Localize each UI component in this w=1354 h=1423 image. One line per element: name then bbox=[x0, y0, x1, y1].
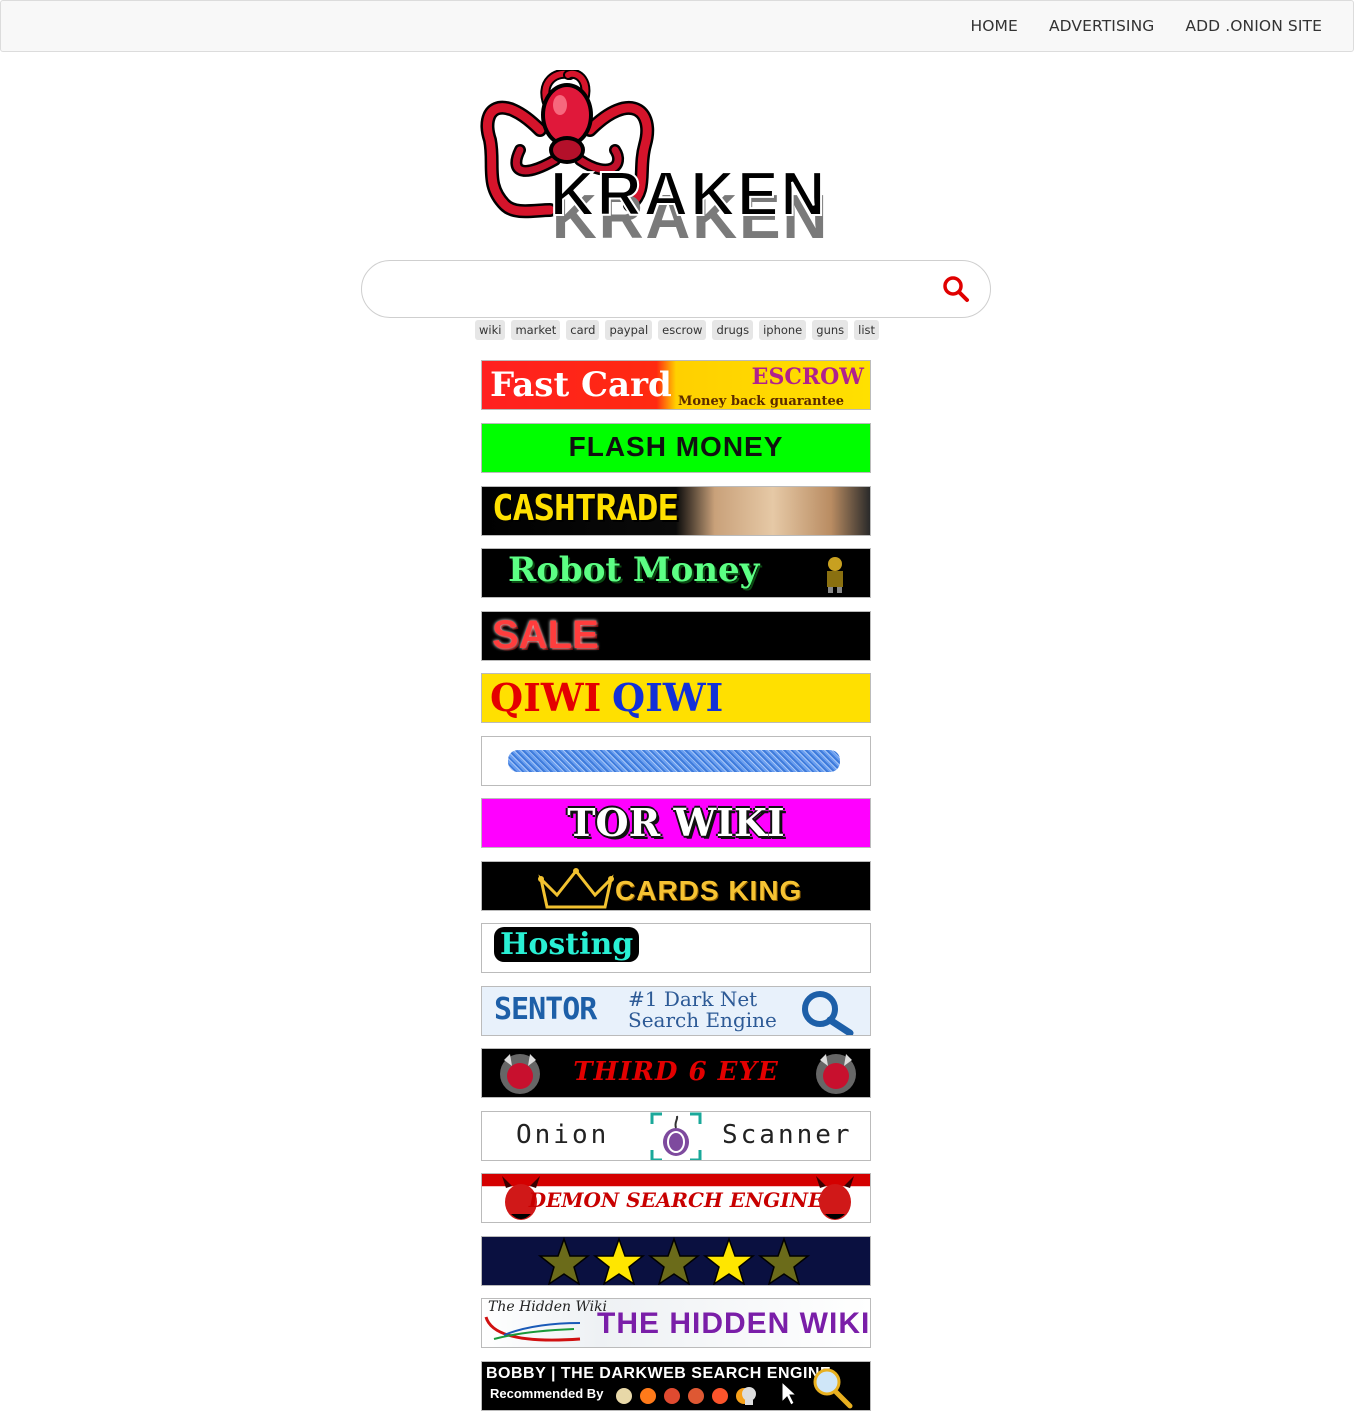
tag-market[interactable]: market bbox=[511, 320, 561, 340]
banner-tor-wiki[interactable]: TOR WIKI bbox=[481, 798, 871, 848]
flash-money-title: FLASH MONEY bbox=[568, 431, 784, 462]
logo-text: KRAKEN bbox=[550, 160, 827, 229]
fast-card-escrow: ESCROW bbox=[751, 364, 864, 390]
fast-card-title: Fast Card bbox=[490, 365, 672, 405]
qiwi-right: QIWI bbox=[612, 675, 724, 720]
brave-icon bbox=[712, 1388, 728, 1404]
magnifier-icon bbox=[813, 1368, 853, 1409]
tag-guns[interactable]: guns bbox=[812, 320, 849, 340]
cursor-icon bbox=[781, 1380, 796, 1406]
star-icon bbox=[757, 1237, 811, 1285]
hidden-wiki-swoosh-icon bbox=[484, 1316, 581, 1342]
demon-icon-right bbox=[816, 1054, 856, 1094]
duckduckgo-icon bbox=[688, 1388, 704, 1404]
onion-icon bbox=[650, 1112, 702, 1160]
search-tags: wiki market card paypal escrow drugs iph… bbox=[0, 320, 1354, 340]
crown-icon bbox=[538, 868, 614, 909]
hosting-title: Hosting bbox=[494, 927, 640, 962]
banner-bobby[interactable]: BOBBY | THE DARKWEB SEARCH ENGINE Recomm… bbox=[481, 1361, 871, 1411]
devil-icon-right bbox=[816, 1176, 854, 1220]
search-input[interactable] bbox=[384, 271, 928, 309]
star-icon bbox=[702, 1237, 756, 1285]
magnifier-icon bbox=[802, 991, 854, 1035]
fast-card-subtitle: Money back guarantee bbox=[678, 394, 845, 409]
search-icon[interactable] bbox=[942, 275, 970, 303]
robot-money-title: Robot Money bbox=[508, 550, 760, 590]
tag-list[interactable]: list bbox=[854, 320, 880, 340]
rating-stars bbox=[537, 1237, 811, 1285]
tag-escrow[interactable]: escrow bbox=[658, 320, 707, 340]
qiwi-left: QIWI bbox=[490, 675, 602, 720]
tag-drugs[interactable]: drugs bbox=[712, 320, 754, 340]
nav-add-onion-site[interactable]: ADD .ONION SITE bbox=[1185, 17, 1322, 35]
banner-fast-card[interactable]: Fast Card ESCROW Money back guarantee bbox=[481, 360, 871, 410]
sentor-line1: #1 Dark Net bbox=[628, 987, 758, 1011]
banner-qiwi[interactable]: QIWI QIWI bbox=[481, 673, 871, 723]
banner-hidden-wiki[interactable]: The Hidden Wiki THE HIDDEN WIKI bbox=[481, 1298, 871, 1348]
onion-scanner-left: Onion bbox=[516, 1120, 610, 1150]
cards-king-title: CARDS KING bbox=[615, 875, 803, 906]
chrome-icon bbox=[664, 1388, 680, 1404]
nav-links: HOME ADVERTISING ADD .ONION SITE bbox=[940, 1, 1323, 51]
star-icon bbox=[647, 1237, 701, 1285]
robot-icon bbox=[827, 557, 843, 593]
banner-robot-money[interactable]: Robot Money bbox=[481, 548, 871, 598]
skull-icon bbox=[742, 1387, 756, 1405]
tag-paypal[interactable]: paypal bbox=[605, 320, 653, 340]
banner-demon-search[interactable]: DEMON SEARCH ENGINE bbox=[481, 1173, 871, 1223]
tag-wiki[interactable]: wiki bbox=[474, 320, 506, 340]
blue-scribble-graphic bbox=[508, 750, 840, 772]
kraken-logo[interactable]: KRAKEN KRAKEN bbox=[480, 70, 872, 242]
banner-cashtrade[interactable]: CASHTRADE bbox=[481, 486, 871, 536]
sale-title: SALE bbox=[492, 613, 599, 657]
banner-hosting[interactable]: Hosting bbox=[481, 923, 871, 973]
banner-onion-scanner[interactable]: Onion Scanner bbox=[481, 1111, 871, 1161]
banner-sale[interactable]: SALE bbox=[481, 611, 871, 661]
onion-scanner-right: Scanner bbox=[722, 1120, 853, 1150]
firefox-icon bbox=[640, 1388, 656, 1404]
tag-card[interactable]: card bbox=[566, 320, 600, 340]
nav-advertising[interactable]: ADVERTISING bbox=[1049, 17, 1154, 35]
tor-wiki-title: TOR WIKI bbox=[567, 800, 785, 845]
search-box bbox=[361, 260, 991, 318]
banner-blue-scribble[interactable] bbox=[481, 736, 871, 786]
top-navbar: HOME ADVERTISING ADD .ONION SITE bbox=[0, 0, 1354, 52]
sentor-line2: Search Engine bbox=[628, 1008, 777, 1032]
bobby-line2: Recommended By bbox=[490, 1386, 604, 1401]
nav-home[interactable]: HOME bbox=[971, 17, 1018, 35]
tag-iphone[interactable]: iphone bbox=[759, 320, 807, 340]
cashtrade-title: CASHTRADE bbox=[492, 488, 679, 529]
banner-third-eye[interactable]: THIRD 6 EYE bbox=[481, 1048, 871, 1098]
star-icon bbox=[592, 1237, 646, 1285]
banner-sentor[interactable]: SENTOR #1 Dark Net Search Engine bbox=[481, 986, 871, 1036]
sentor-logo: SENTOR bbox=[494, 992, 597, 1027]
hidden-wiki-title: THE HIDDEN WIKI bbox=[597, 1307, 871, 1340]
banner-flash-money[interactable]: FLASH MONEY bbox=[481, 423, 871, 473]
banner-cards-king[interactable]: CARDS KING bbox=[481, 861, 871, 911]
star-icon bbox=[537, 1237, 591, 1285]
tor-browser-icon bbox=[616, 1388, 632, 1404]
banner-stars[interactable] bbox=[481, 1236, 871, 1286]
